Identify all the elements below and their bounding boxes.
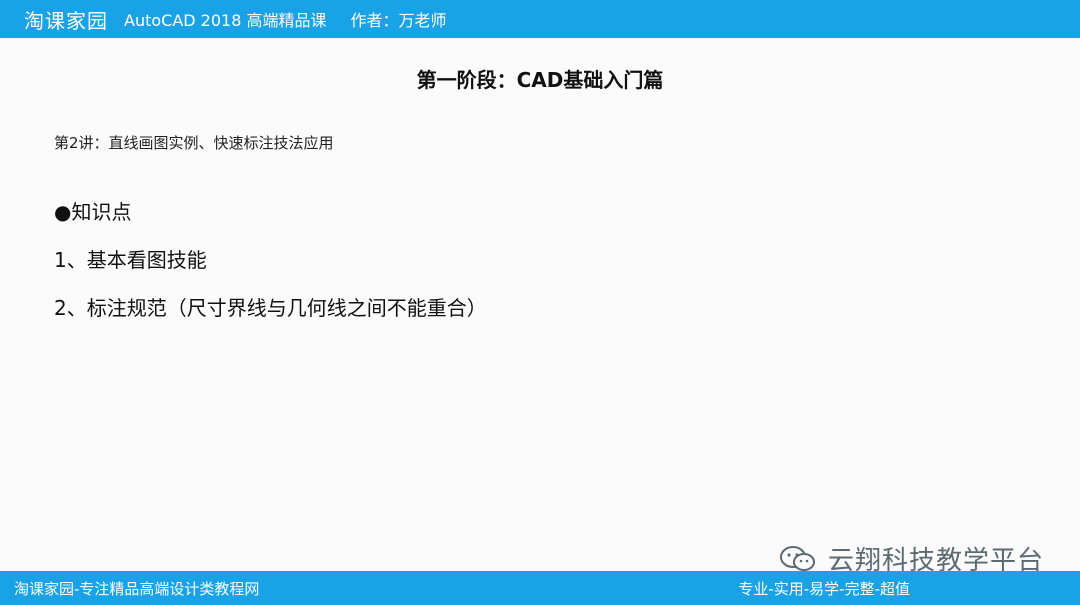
footer-right-text: 专业-实用-易学-完整-超值 [738, 579, 910, 598]
brand-name: 淘课家园 [24, 8, 108, 33]
author-label: 作者：万老师 [350, 11, 447, 30]
knowledge-item: 1、基本看图技能 [54, 248, 207, 272]
stage-title: 第一阶段：CAD基础入门篇 [416, 68, 664, 92]
knowledge-item: 2、标注规范（尺寸界线与几何线之间不能重合） [54, 296, 487, 320]
lesson-title: 第2讲：直线画图实例、快速标注技法应用 [54, 134, 334, 152]
footer-bar: 淘课家园-专注精品高端设计类教程网 专业-实用-易学-完整-超值 [0, 571, 1080, 605]
wechat-icon [779, 545, 815, 571]
header-bar: 淘课家园 AutoCAD 2018 高端精品课 作者：万老师 [0, 0, 1080, 38]
knowledge-heading: ●知识点 [54, 200, 132, 224]
footer-left-text: 淘课家园-专注精品高端设计类教程网 [14, 579, 260, 598]
course-title: AutoCAD 2018 高端精品课 [124, 11, 327, 30]
